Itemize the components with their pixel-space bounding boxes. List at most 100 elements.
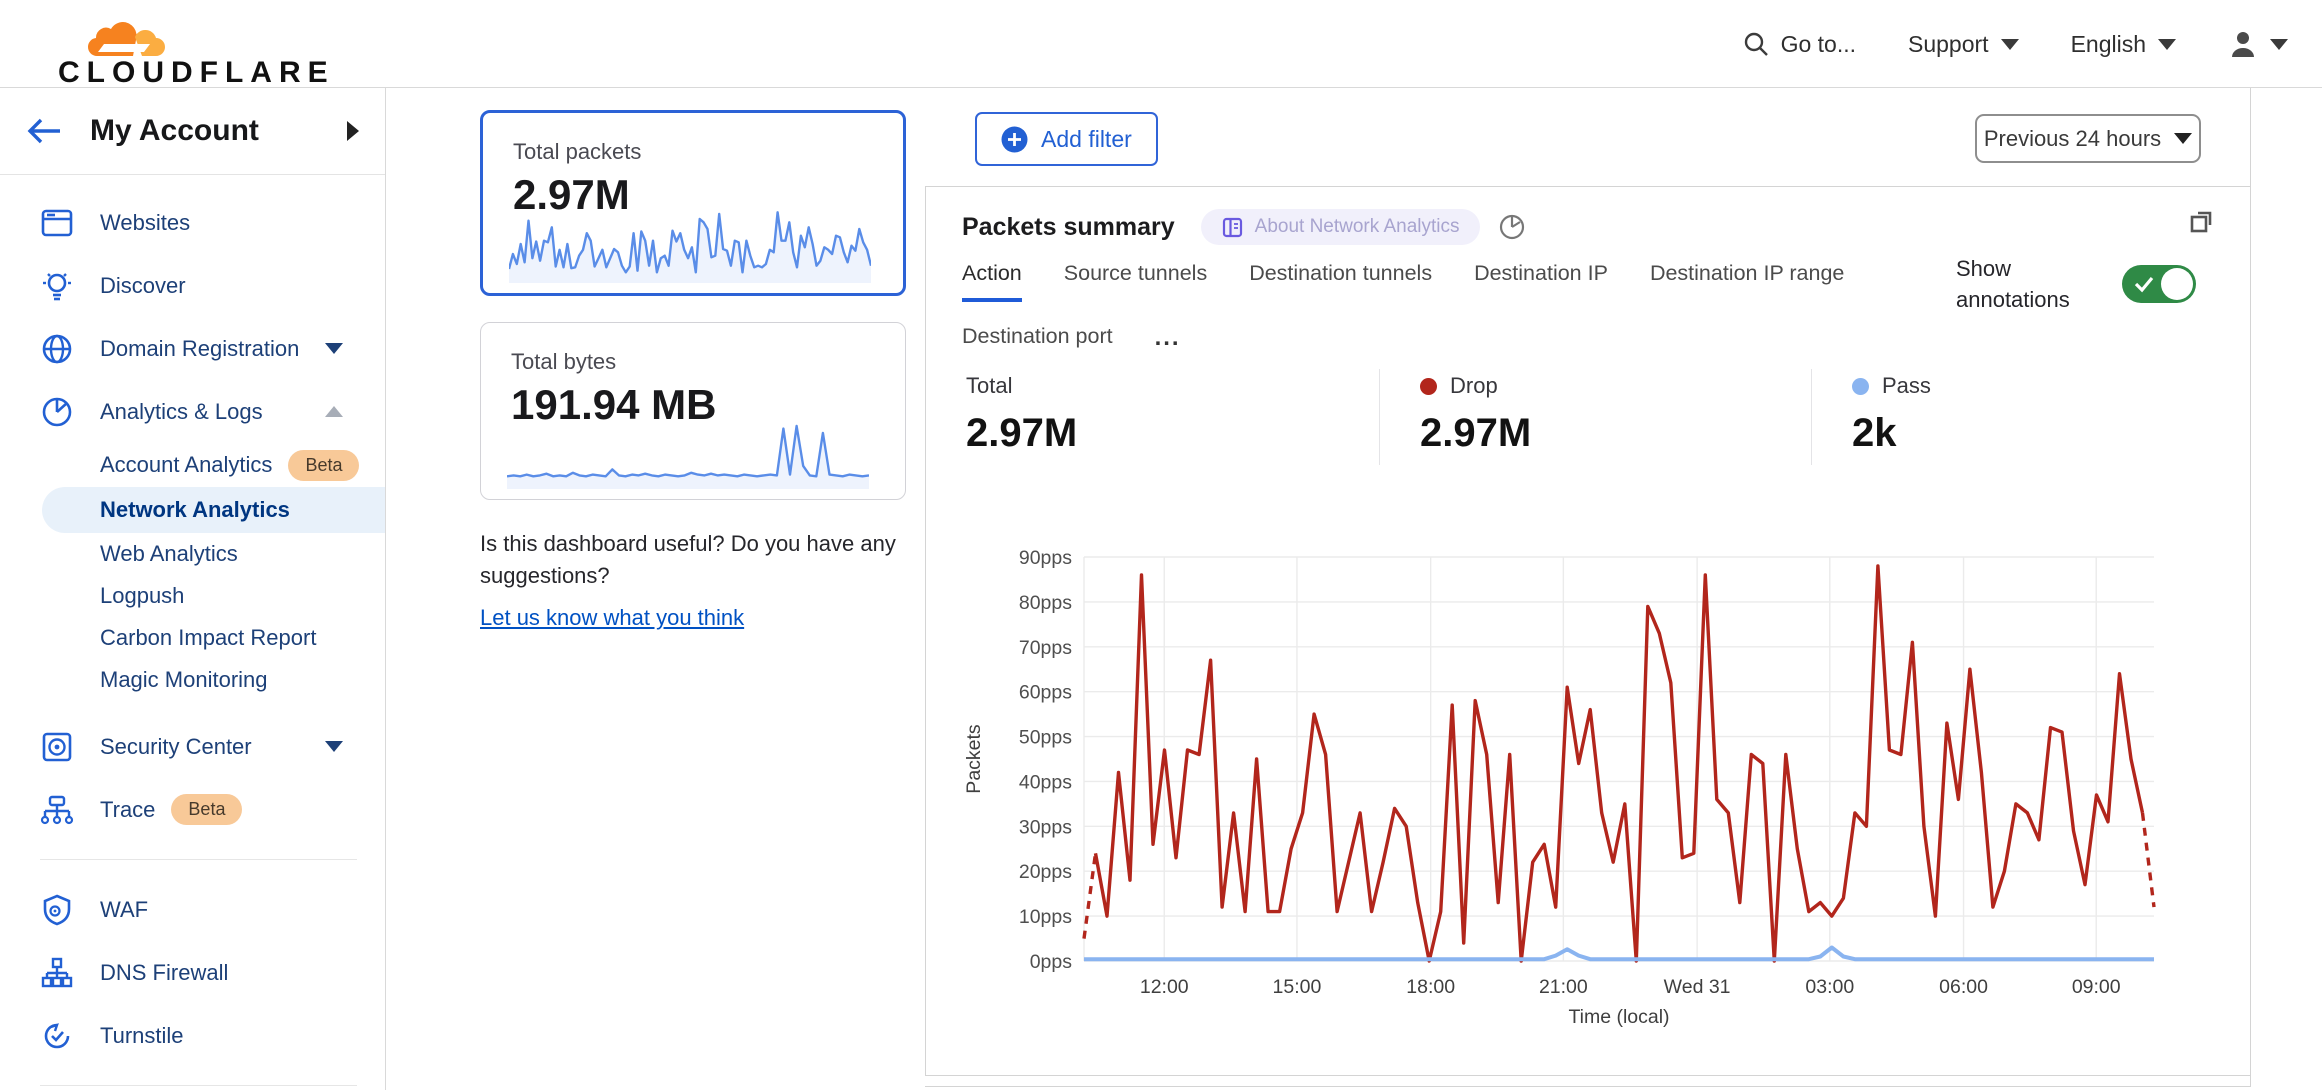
- sidebar-nav: Websites Discover Domain Registration An…: [0, 175, 385, 1090]
- svg-text:06:00: 06:00: [1939, 976, 1988, 998]
- account-menu[interactable]: [2228, 29, 2288, 59]
- pie-clock-icon[interactable]: [1498, 213, 1526, 241]
- svg-text:80pps: 80pps: [1019, 592, 1072, 614]
- packets-summary-panel: Packets summary About Network Analytics …: [925, 186, 2251, 1076]
- show-annotations-toggle[interactable]: [2122, 265, 2196, 303]
- tab-destination-ip[interactable]: Destination IP: [1474, 261, 1608, 302]
- sidebar-item-label: Magic Monitoring: [100, 667, 268, 693]
- svg-text:20pps: 20pps: [1019, 861, 1072, 883]
- support-menu[interactable]: Support: [1908, 31, 2019, 58]
- sidebar-item-websites[interactable]: Websites: [0, 191, 385, 254]
- sidebar: My Account Websites Discover Domain Regi…: [0, 88, 386, 1090]
- browser-window-icon: [40, 209, 74, 237]
- sidebar-item-label: Analytics & Logs: [100, 399, 325, 425]
- tab-action[interactable]: Action: [962, 261, 1022, 302]
- sidebar-item-web-analytics[interactable]: Web Analytics: [0, 533, 385, 575]
- packets-sparkline: [509, 205, 871, 283]
- svg-text:09:00: 09:00: [2072, 976, 2121, 998]
- stat-pass: Pass 2k: [1812, 355, 2252, 479]
- sidebar-item-turnstile[interactable]: Turnstile: [0, 1004, 385, 1067]
- svg-text:40pps: 40pps: [1019, 771, 1072, 793]
- tab-destination-tunnels[interactable]: Destination tunnels: [1249, 261, 1432, 302]
- sidebar-item-account-analytics[interactable]: Account Analytics Beta: [0, 443, 385, 487]
- sidebar-item-security-center[interactable]: Security Center: [0, 715, 385, 778]
- sidebar-item-trace[interactable]: Trace Beta: [0, 778, 385, 841]
- beta-badge: Beta: [288, 450, 359, 481]
- sidebar-item-magic-monitoring[interactable]: Magic Monitoring: [0, 659, 385, 701]
- date-range-dropdown[interactable]: Previous 24 hours: [1975, 114, 2201, 163]
- sidebar-item-label: Trace: [100, 797, 155, 823]
- sidebar-item-analytics-logs[interactable]: Analytics & Logs: [0, 380, 385, 443]
- stat-total: Total 2.97M: [926, 355, 1379, 479]
- language-label: English: [2071, 31, 2146, 58]
- svg-text:Packets: Packets: [963, 724, 985, 794]
- cloudflare-cloud-icon: [58, 10, 180, 62]
- add-filter-button[interactable]: Add filter: [975, 112, 1158, 166]
- feedback-link[interactable]: Let us know what you think: [480, 602, 744, 634]
- sidebar-item-label: Network Analytics: [100, 497, 290, 523]
- card-label: Total bytes: [511, 349, 875, 375]
- sidebar-item-label: Turnstile: [100, 1023, 385, 1049]
- chevron-right-icon[interactable]: [347, 121, 359, 141]
- chevron-down-icon: [325, 741, 343, 752]
- svg-text:90pps: 90pps: [1019, 547, 1072, 569]
- cloudflare-logo[interactable]: CLOUDFLARE: [58, 10, 335, 90]
- card-label: Total packets: [513, 139, 873, 165]
- svg-text:12:00: 12:00: [1140, 976, 1189, 998]
- sidebar-item-logpush[interactable]: Logpush: [0, 575, 385, 617]
- about-network-analytics-badge[interactable]: About Network Analytics: [1201, 209, 1480, 245]
- chevron-down-icon: [325, 343, 343, 354]
- plus-circle-icon: [1001, 126, 1028, 153]
- stat-value: 2.97M: [966, 411, 1379, 456]
- add-filter-label: Add filter: [1041, 126, 1132, 153]
- stat-label: Pass: [1882, 373, 1931, 399]
- sidebar-item-dns-firewall[interactable]: DNS Firewall: [0, 941, 385, 1004]
- lightbulb-icon: [40, 270, 74, 302]
- sidebar-item-network-analytics[interactable]: Network Analytics: [42, 487, 385, 533]
- feedback-question: Is this dashboard useful? Do you have an…: [480, 528, 920, 592]
- sidebar-item-label: Security Center: [100, 734, 325, 760]
- tab-source-tunnels[interactable]: Source tunnels: [1064, 261, 1207, 302]
- svg-text:18:00: 18:00: [1406, 976, 1455, 998]
- waf-shield-icon: [40, 894, 74, 926]
- svg-text:50pps: 50pps: [1019, 727, 1072, 749]
- sidebar-item-label: Logpush: [100, 583, 184, 609]
- sidebar-item-discover[interactable]: Discover: [0, 254, 385, 317]
- expand-panel-icon[interactable]: [2186, 205, 2218, 237]
- total-bytes-card[interactable]: Total bytes 191.94 MB: [480, 322, 906, 500]
- pass-legend-dot: [1852, 378, 1869, 395]
- svg-text:21:00: 21:00: [1539, 976, 1588, 998]
- sidebar-item-domain-registration[interactable]: Domain Registration: [0, 317, 385, 380]
- svg-text:60pps: 60pps: [1019, 682, 1072, 704]
- svg-text:15:00: 15:00: [1273, 976, 1322, 998]
- sidebar-divider: [40, 859, 357, 860]
- check-icon: [2131, 271, 2157, 297]
- total-packets-card[interactable]: Total packets 2.97M: [480, 110, 906, 296]
- stat-label: Drop: [1450, 373, 1498, 399]
- sidebar-item-carbon-impact[interactable]: Carbon Impact Report: [0, 617, 385, 659]
- support-label: Support: [1908, 31, 1989, 58]
- top-bar: CLOUDFLARE Go to... Support English: [0, 0, 2322, 88]
- cloudflare-wordmark: CLOUDFLARE: [58, 56, 335, 90]
- sidebar-item-label: DNS Firewall: [100, 960, 385, 986]
- chevron-down-icon: [2174, 133, 2192, 144]
- sidebar-item-waf[interactable]: WAF: [0, 878, 385, 941]
- stat-drop: Drop 2.97M: [1380, 355, 1811, 479]
- chevron-down-icon: [2270, 39, 2288, 50]
- sidebar-item-label: Domain Registration: [100, 336, 325, 362]
- about-badge-label: About Network Analytics: [1255, 216, 1460, 238]
- goto-search[interactable]: Go to...: [1743, 31, 1856, 58]
- tab-destination-ip-range[interactable]: Destination IP range: [1650, 261, 1844, 302]
- packets-time-series-chart[interactable]: 0pps10pps20pps30pps40pps50pps60pps70pps8…: [954, 535, 2224, 1057]
- book-icon: [1221, 216, 1244, 239]
- svg-text:30pps: 30pps: [1019, 816, 1072, 838]
- goto-label: Go to...: [1781, 31, 1856, 58]
- beta-badge: Beta: [171, 794, 242, 825]
- feedback-block: Is this dashboard useful? Do you have an…: [480, 528, 920, 634]
- sidebar-item-label: WAF: [100, 897, 385, 923]
- security-safe-icon: [40, 731, 74, 763]
- back-arrow-icon[interactable]: [26, 117, 64, 145]
- svg-text:03:00: 03:00: [1805, 976, 1854, 998]
- stat-value: 2k: [1852, 411, 2252, 456]
- language-menu[interactable]: English: [2071, 31, 2176, 58]
